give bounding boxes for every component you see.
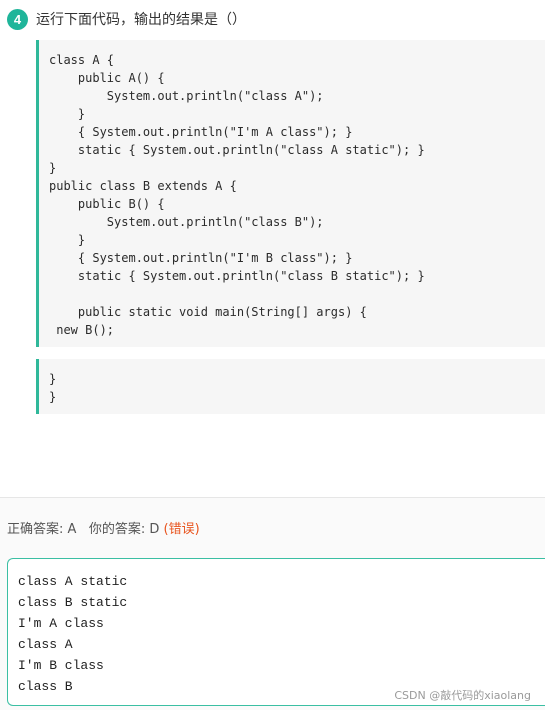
code-line: public class B extends A {	[49, 179, 237, 193]
code-line: public B() {	[49, 197, 165, 211]
code-line: }	[49, 390, 57, 404]
output-line: class A static	[18, 574, 128, 589]
code-line: { System.out.println("I'm A class"); }	[49, 125, 353, 139]
output-line: class B static	[18, 595, 128, 610]
correct-answer-value: A	[67, 522, 77, 537]
question-title: 运行下面代码，输出的结果是（）	[36, 12, 246, 28]
output-line: I'm B class	[18, 658, 104, 673]
question-header: 4 运行下面代码，输出的结果是（）	[7, 8, 246, 30]
code-line: }	[49, 161, 57, 175]
code-line: System.out.println("class A");	[49, 89, 324, 103]
output-line: class A	[18, 637, 73, 652]
correct-answer-label: 正确答案:	[7, 522, 68, 537]
code-line: static { System.out.println("class B sta…	[49, 269, 425, 283]
quiz-page: 4 运行下面代码，输出的结果是（） class A { public A() {…	[0, 0, 545, 710]
code-line: }	[49, 372, 57, 386]
code-line: class A {	[49, 53, 115, 67]
answer-status-badge: (错误)	[163, 522, 200, 537]
code-line: }	[49, 233, 86, 247]
answer-summary: 正确答案: A 你的答案: D (错误)	[7, 518, 200, 537]
code-line: public A() {	[49, 71, 165, 85]
code-line: { System.out.println("I'm B class"); }	[49, 251, 353, 265]
output-line: I'm A class	[18, 616, 104, 631]
code-block-tail: } }	[36, 359, 545, 414]
code-line: new B();	[49, 323, 115, 337]
code-line: public static void main(String[] args) {	[49, 305, 367, 319]
your-answer-label: 你的答案:	[88, 522, 150, 537]
code-line: System.out.println("class B");	[49, 215, 324, 229]
output-box: class A static class B static I'm A clas…	[7, 558, 545, 706]
code-block-main: class A { public A() { System.out.printl…	[36, 40, 545, 347]
code-line: static { System.out.println("class A sta…	[49, 143, 425, 157]
code-line: }	[49, 107, 86, 121]
your-answer-value: D	[149, 522, 160, 537]
watermark: CSDN @敲代码的xiaolang	[394, 689, 531, 702]
question-number-badge: 4	[7, 8, 28, 30]
